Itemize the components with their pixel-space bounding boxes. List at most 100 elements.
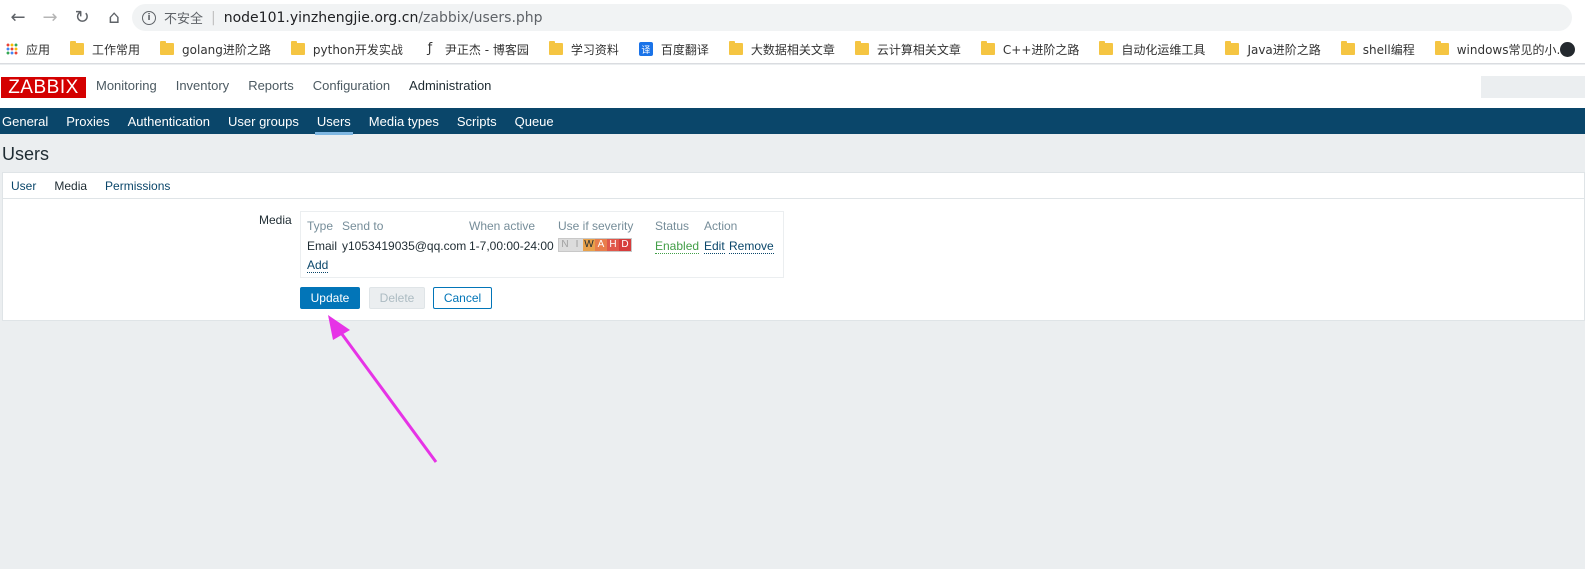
tab-permissions[interactable]: Permissions <box>105 179 170 193</box>
zabbix-logo[interactable]: ZABBIX <box>1 77 86 98</box>
severity-box: W <box>583 239 595 251</box>
bookmark-item[interactable]: 译百度翻译 <box>638 41 709 58</box>
bookmark-label: golang进阶之路 <box>182 42 271 57</box>
bookmark-label: 百度翻译 <box>660 42 709 57</box>
severity-box: H <box>607 239 619 251</box>
add-media-link[interactable]: Add <box>307 258 329 273</box>
top-menu-configuration[interactable]: Configuration <box>313 78 390 93</box>
top-menu-monitoring[interactable]: Monitoring <box>96 78 157 93</box>
folder-icon <box>1340 41 1355 55</box>
update-button[interactable]: Update <box>300 287 360 309</box>
severity-box: I <box>571 239 583 251</box>
url-separator: | <box>211 9 216 26</box>
folder-icon <box>980 41 995 55</box>
back-arrow-icon[interactable]: ← <box>4 4 32 32</box>
sub-menu-authentication[interactable]: Authentication <box>128 114 210 129</box>
remove-link[interactable]: Remove <box>729 239 774 254</box>
column-header-status: Status <box>655 219 690 233</box>
status-enabled-link[interactable]: Enabled <box>655 239 700 254</box>
insecure-label: 不安全 <box>164 12 204 27</box>
bookmark-item[interactable]: windows常见的小... <box>1434 41 1568 58</box>
top-menu-reports[interactable]: Reports <box>248 78 294 93</box>
tab-media[interactable]: Media <box>44 179 95 202</box>
sub-menu-media-types[interactable]: Media types <box>369 114 439 129</box>
sub-menu-general[interactable]: General <box>2 114 48 129</box>
sub-menu-scripts[interactable]: Scripts <box>457 114 497 129</box>
column-header-type: Type <box>307 219 334 233</box>
address-bar[interactable]: i 不安全 | node101.yinzhengjie.org.cn/zabbi… <box>132 4 1572 31</box>
column-header-severity: Use if severity <box>558 219 634 233</box>
column-header-action: Action <box>704 219 738 233</box>
severity-indicator: NIWAHD <box>558 238 632 252</box>
home-icon[interactable]: ⌂ <box>100 4 128 32</box>
folder-icon <box>160 41 175 55</box>
bookmark-item[interactable]: golang进阶之路 <box>160 41 271 58</box>
bookmark-label: Java进阶之路 <box>1247 42 1321 57</box>
sub-menu-users[interactable]: Users <box>314 114 353 135</box>
sub-menu-queue[interactable]: Queue <box>515 114 554 129</box>
bookmark-item[interactable]: 自动化运维工具 <box>1099 41 1205 58</box>
bookmark-item[interactable]: ƒ 尹正杰 - 博客园 <box>423 41 529 58</box>
folder-icon <box>1225 41 1240 55</box>
media-type-cell: Email <box>307 239 338 253</box>
bookmark-item[interactable]: python开发实战 <box>290 41 403 58</box>
remove-action[interactable]: Remove <box>729 239 774 254</box>
bookmark-label: windows常见的小... <box>1456 42 1568 57</box>
form-tabs: User Media Permissions <box>2 172 1585 202</box>
sub-menu-proxies[interactable]: Proxies <box>66 114 109 129</box>
bookmark-item[interactable]: 工作常用 <box>70 41 140 58</box>
url-host: node101.yinzhengjie.org.cn <box>223 9 419 26</box>
folder-icon <box>1434 41 1449 55</box>
top-menu: Monitoring Inventory Reports Configuration A… <box>96 78 510 93</box>
top-menu-administration[interactable]: Administration <box>409 78 491 93</box>
url-path: /zabbix/users.php <box>418 9 543 26</box>
delete-button[interactable]: Delete <box>369 287 425 309</box>
edit-action[interactable]: Edit <box>704 239 725 254</box>
forward-arrow-icon[interactable]: → <box>36 4 64 32</box>
reload-icon[interactable]: ↻ <box>68 4 96 32</box>
search-input[interactable] <box>1481 76 1585 98</box>
media-label: Media <box>259 213 292 227</box>
folder-icon <box>290 41 305 55</box>
bookmark-item[interactable]: Java进阶之路 <box>1225 41 1321 58</box>
top-menu-inventory[interactable]: Inventory <box>176 78 229 93</box>
info-icon[interactable]: i <box>142 10 156 25</box>
edit-link[interactable]: Edit <box>704 239 725 254</box>
sub-menu: General Proxies Authentication User groups U… <box>0 108 1585 135</box>
severity-box: N <box>559 239 571 251</box>
bookmark-label: 云计算相关文章 <box>876 42 961 57</box>
status-cell[interactable]: Enabled <box>655 239 700 254</box>
annotation-arrow-shaft <box>334 325 438 463</box>
sub-menu-user-groups[interactable]: User groups <box>228 114 299 129</box>
severity-box: D <box>619 239 631 251</box>
tab-user[interactable]: User <box>11 179 36 193</box>
zabbix-header: ZABBIX Monitoring Inventory Reports Configu… <box>0 65 1585 108</box>
bookmark-label: 学习资料 <box>570 42 619 57</box>
folder-icon <box>728 41 743 55</box>
bookmark-item[interactable]: 学习资料 <box>548 41 619 58</box>
bookmark-item[interactable]: 应用 <box>6 41 50 58</box>
folder-icon <box>70 41 85 55</box>
bookmark-item[interactable]: 云计算相关文章 <box>854 41 961 58</box>
when-active-cell: 1-7,00:00-24:00 <box>469 239 554 253</box>
bookmark-label: 工作常用 <box>92 42 141 57</box>
add-media-action[interactable]: Add <box>307 258 329 273</box>
cnblogs-icon: ƒ <box>427 41 433 56</box>
folder-icon <box>548 41 563 55</box>
column-header-when-active: When active <box>469 219 536 233</box>
bookmark-item[interactable]: C++进阶之路 <box>980 41 1079 58</box>
bookmark-label: 尹正杰 - 博客园 <box>444 42 529 57</box>
bookmark-label: python开发实战 <box>312 42 403 57</box>
bookmark-label: 大数据相关文章 <box>750 42 835 57</box>
media-form: Media Type Send to When active Use if se… <box>2 198 1585 321</box>
bookmark-item[interactable]: shell编程 <box>1340 41 1415 58</box>
column-header-send-to: Send to <box>342 219 384 233</box>
github-icon[interactable] <box>1560 42 1575 57</box>
cancel-button[interactable]: Cancel <box>433 287 492 309</box>
bookmark-label: shell编程 <box>1362 42 1415 57</box>
severity-box: A <box>595 239 607 251</box>
apps-icon <box>6 43 18 55</box>
bookmark-item[interactable]: 大数据相关文章 <box>728 41 835 58</box>
media-table: Type Send to When active Use if severity… <box>300 211 784 278</box>
browser-toolbar: ← → ↻ ⌂ i 不安全 | node101.yinzhengjie.org.… <box>0 0 1585 35</box>
